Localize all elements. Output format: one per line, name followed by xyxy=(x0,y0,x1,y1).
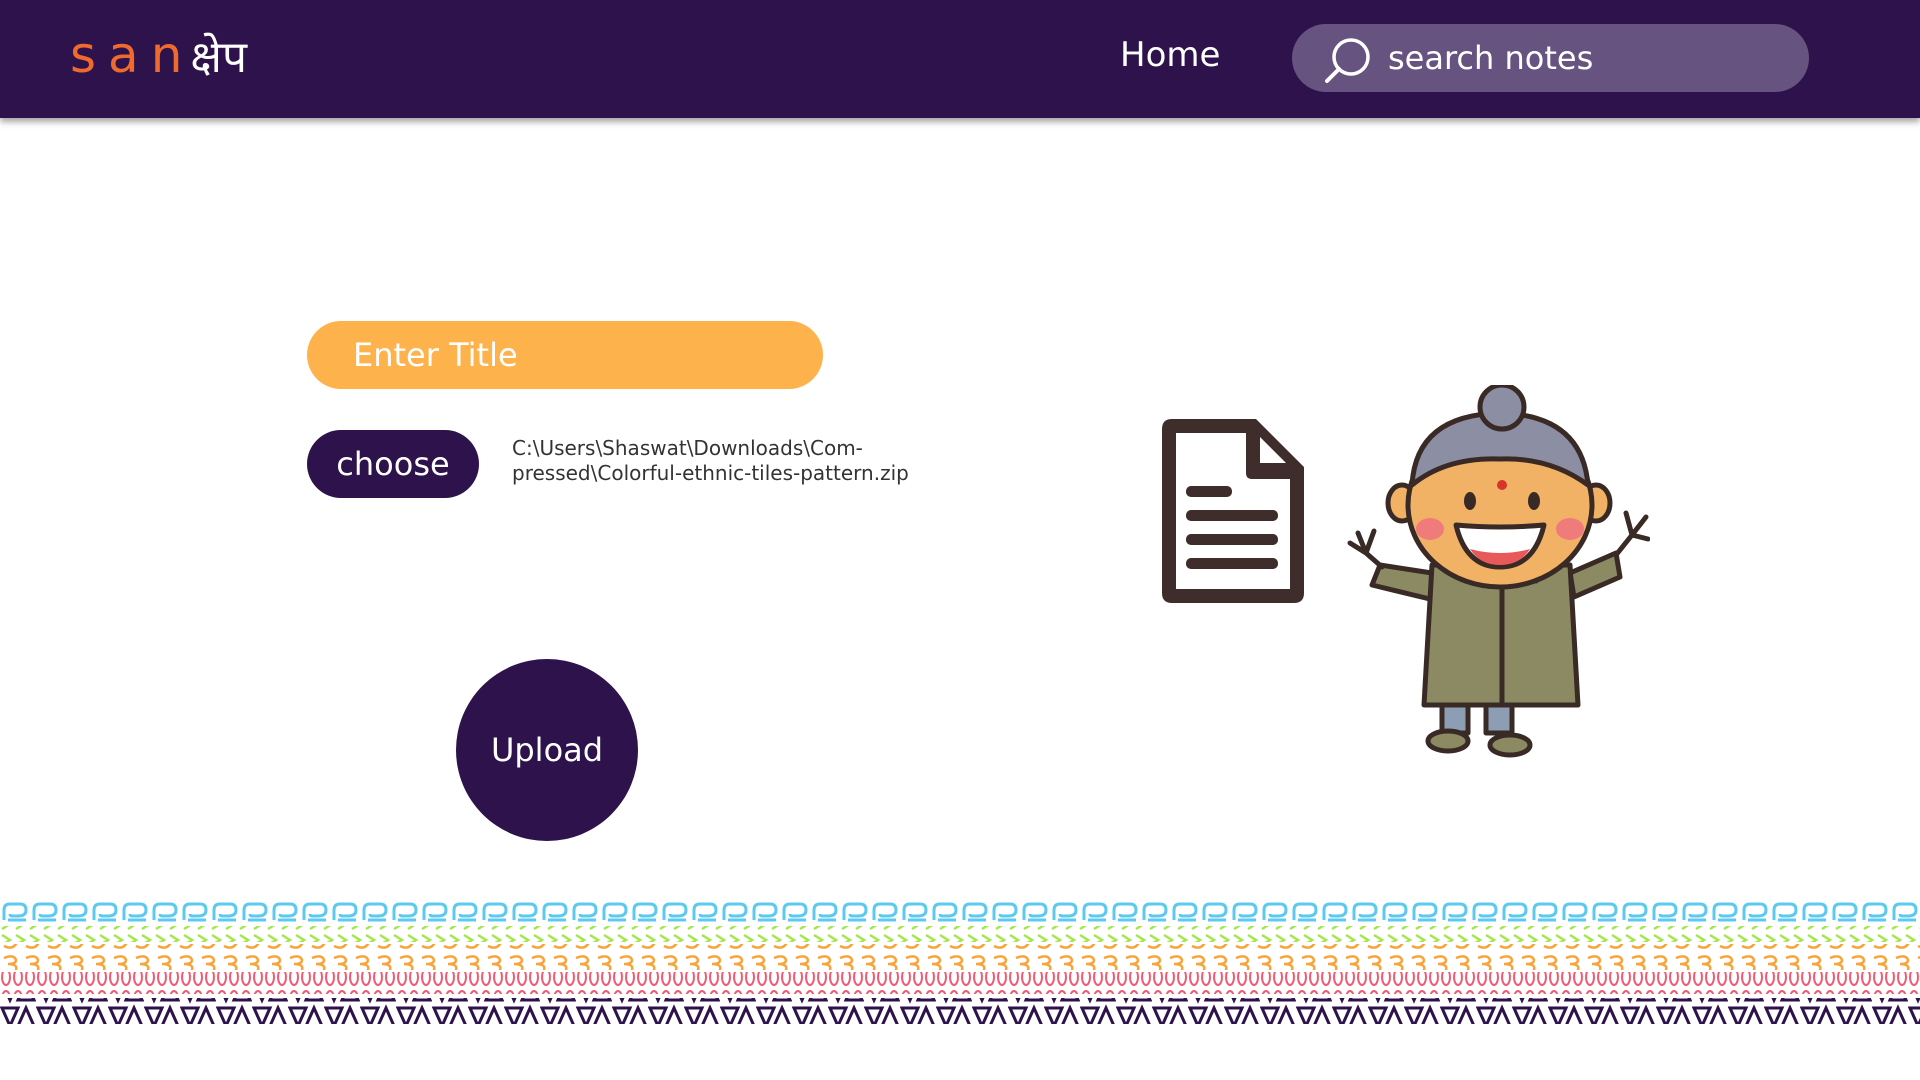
app-logo[interactable]: san क्षेप xyxy=(70,20,247,90)
choose-file-button[interactable]: choose xyxy=(307,430,479,498)
document-icon xyxy=(1162,419,1304,603)
upload-button[interactable]: Upload xyxy=(456,659,638,841)
search-bar[interactable] xyxy=(1292,24,1809,92)
logo-latin-text: san xyxy=(70,26,195,84)
selected-file-path: C:\Users\Shaswat\Downloads\Com- pressed\… xyxy=(512,436,932,486)
search-input[interactable] xyxy=(1388,34,1778,82)
file-path-line-2: pressed\Colorful-ethnic-tiles-pattern.zi… xyxy=(512,461,909,485)
title-input[interactable] xyxy=(307,321,823,389)
logo-devanagari-text: क्षेप xyxy=(190,32,247,83)
search-icon[interactable] xyxy=(1322,34,1374,86)
nav-home-link[interactable]: Home xyxy=(1120,30,1220,80)
file-path-line-1: C:\Users\Shaswat\Downloads\Com- xyxy=(512,436,863,460)
navbar: san क्षेप Home xyxy=(0,0,1920,118)
ethnic-pattern-border xyxy=(0,900,1920,1024)
grandmother-illustration xyxy=(1347,385,1650,758)
